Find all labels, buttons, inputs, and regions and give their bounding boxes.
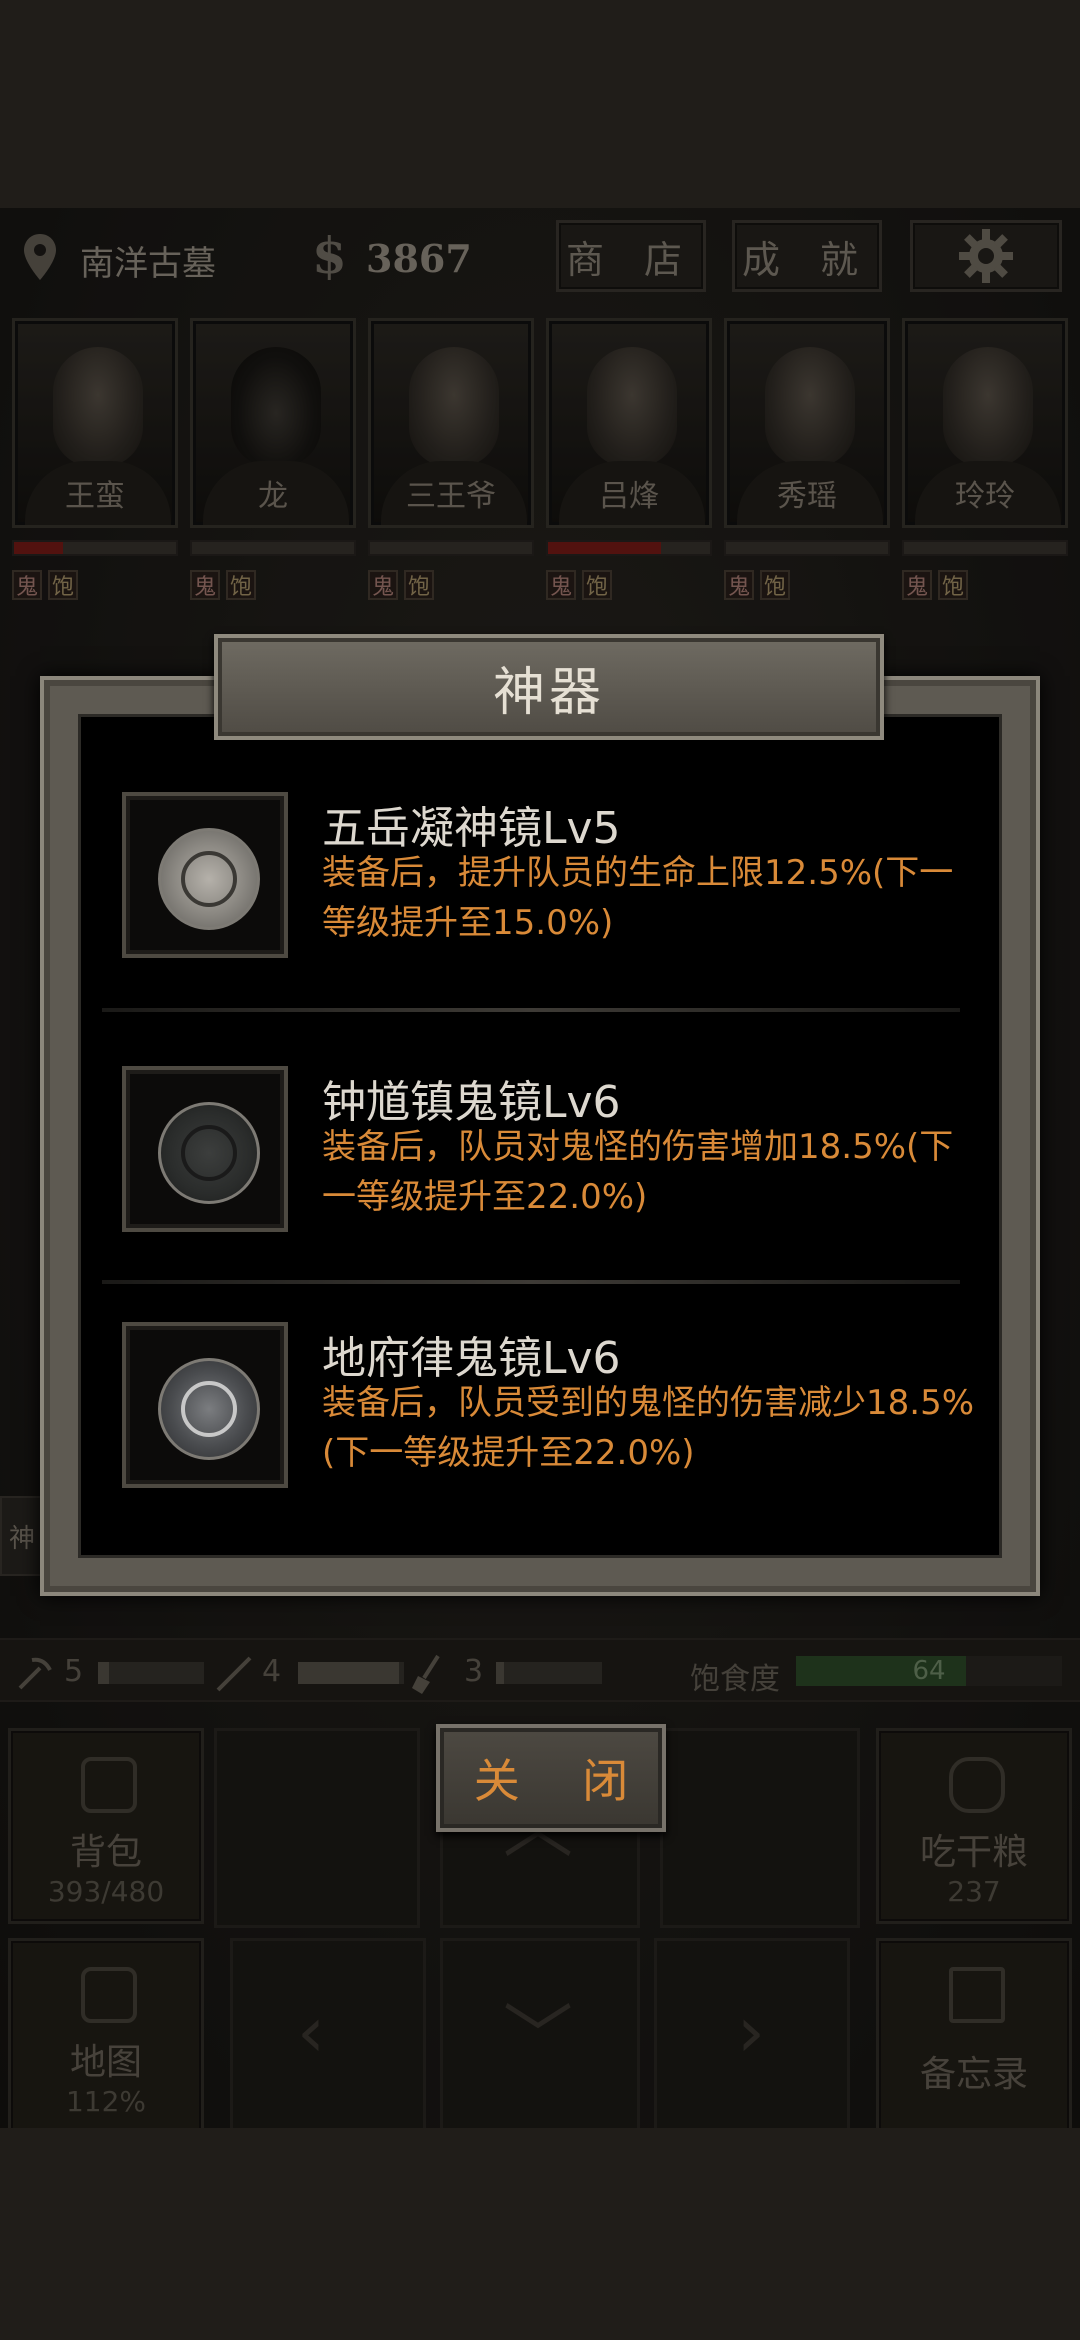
status-bar-area — [0, 0, 1080, 208]
divider — [102, 1008, 960, 1012]
artifact-name: 地府律鬼镜Lv6 — [322, 1333, 621, 1384]
mirror-emblem — [181, 1381, 237, 1437]
artifact-description: 装备后，队员对鬼怪的伤害增加18.5%(下一等级提升至22.0%) — [322, 1127, 954, 1217]
divider — [102, 1280, 960, 1284]
artifact-description: 装备后，队员受到的鬼怪的伤害减少18.5%(下一等级提升至22.0%) — [322, 1383, 975, 1473]
artifact-description: 装备后，提升队员的生命上限12.5%(下一等级提升至15.0%) — [322, 853, 954, 943]
mirror-icon — [158, 1358, 260, 1460]
mirror-emblem — [181, 851, 237, 907]
mirror-icon — [158, 828, 260, 930]
navigation-bar-area — [0, 2128, 1080, 2340]
artifact-name: 五岳凝神镜Lv5 — [322, 803, 621, 854]
game-screen: 南洋古墓 $ 3867 商 店 成 就 王蛮 鬼 饱 龙 鬼 饱 三王爷 鬼 饱… — [0, 208, 1080, 2134]
artifact-icon-frame — [122, 792, 288, 958]
modal-title: 神器 — [492, 662, 605, 723]
mirror-emblem — [181, 1125, 237, 1181]
close-button[interactable]: 关 闭 — [436, 1724, 666, 1832]
artifact-name: 钟馗镇鬼镜Lv6 — [322, 1077, 621, 1128]
artifact-icon-frame — [122, 1066, 288, 1232]
close-label: 关 闭 — [473, 1754, 653, 1808]
artifact-icon-frame — [122, 1322, 288, 1488]
mirror-icon — [158, 1102, 260, 1204]
modal-title-plaque: 神器 — [214, 634, 884, 740]
